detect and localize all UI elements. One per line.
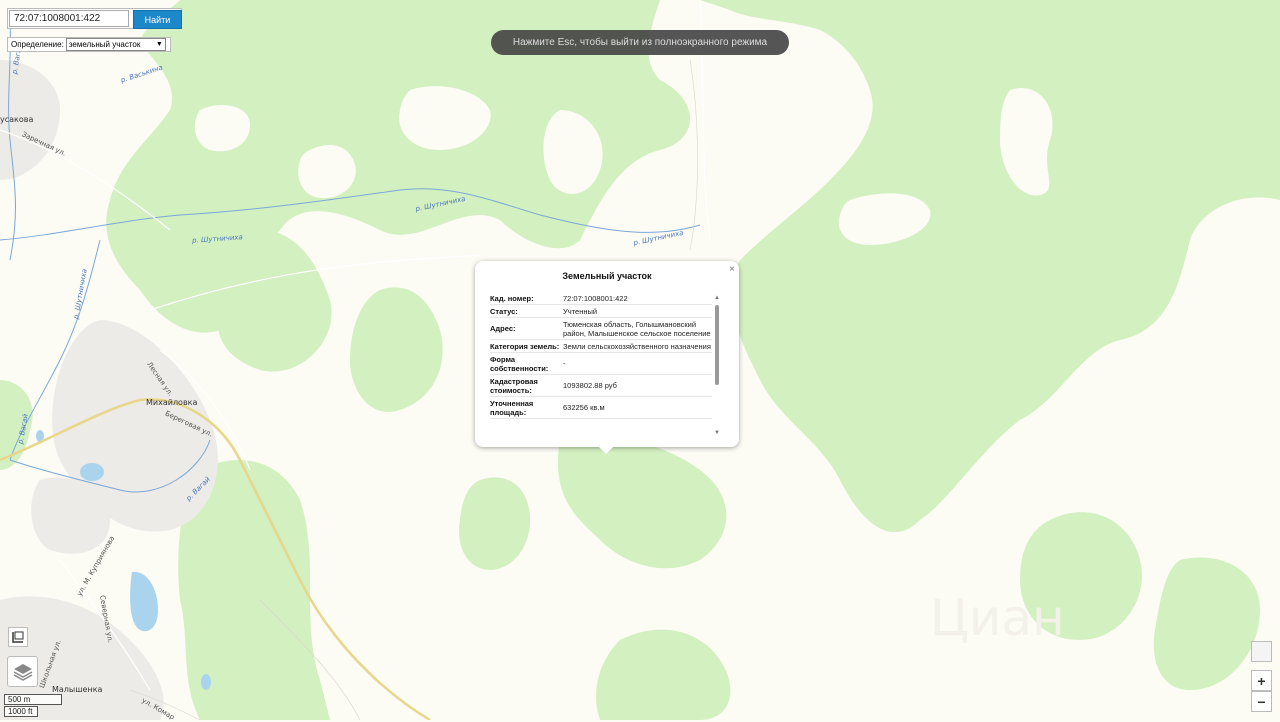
scrollbar-thumb[interactable] [715, 305, 719, 385]
place-label-mikhaylovka: Михайловка [146, 398, 198, 407]
parcel-popup: × Земельный участок Кад. номер: 72:07:10… [475, 261, 739, 447]
layers-icon [13, 663, 32, 681]
info-value: Тюменская область, Голышмановский район,… [563, 319, 711, 338]
popup-pointer [598, 446, 614, 454]
info-row: Категория земель: Земли сельскохозяйстве… [490, 340, 712, 353]
definition-select-value: земельный участок [68, 40, 141, 49]
popup-title: Земельный участок [562, 271, 652, 281]
info-key: Статус: [490, 306, 518, 316]
info-key: Кадастровая стоимость: [490, 376, 538, 395]
info-row: Статус: Учтенный [490, 305, 712, 318]
fullscreen-exit-hint: Нажмите Esc, чтобы выйти из полноэкранно… [491, 30, 789, 55]
scroll-up-arrow-icon[interactable]: ▲ [714, 295, 720, 301]
info-value: 1093802.88 руб [563, 381, 617, 390]
scale-imperial: 1000 ft [4, 706, 38, 717]
scale-metric: 500 m [4, 694, 62, 705]
info-key: Адрес: [490, 324, 516, 333]
info-row: Адрес: Тюменская область, Голышмановский… [490, 318, 712, 340]
place-label-malyshenka: Малышенка [52, 685, 103, 694]
info-value: 72:07:1008001:422 [563, 293, 628, 303]
info-row: Форма собственности: - [490, 353, 712, 375]
definition-row: Определение: земельный участок ▼ [7, 37, 171, 52]
info-key: Уточненная площадь: [490, 398, 534, 417]
popup-scrollbar[interactable]: ▲ ▼ [714, 295, 722, 436]
info-value: Учтенный [563, 306, 598, 316]
info-key: Форма собственности: [490, 354, 549, 373]
info-value: Земли сельскохозяйственного назначения [563, 341, 711, 351]
search-button[interactable]: Найти [133, 10, 182, 29]
zoom-in-button[interactable]: + [1251, 670, 1272, 691]
info-row: Кад. номер: 72:07:1008001:422 [490, 292, 712, 305]
info-key: Кад. номер: [490, 293, 534, 303]
scroll-down-arrow-icon[interactable]: ▼ [714, 430, 720, 436]
info-row: Кадастровая стоимость: 1093802.88 руб [490, 375, 712, 397]
info-value: 632256 кв.м [563, 403, 605, 412]
definition-label: Определение: [11, 40, 64, 49]
map-option-button[interactable] [1251, 641, 1272, 662]
zoom-out-button[interactable]: − [1251, 691, 1272, 712]
fullscreen-icon [12, 631, 24, 643]
fullscreen-button[interactable] [8, 627, 28, 647]
parcel-info-table: Кад. номер: 72:07:1008001:422 Статус: Уч… [490, 292, 712, 419]
info-key: Категория земель: [490, 341, 560, 351]
info-value: - [563, 359, 566, 368]
layers-button[interactable] [7, 656, 38, 687]
chevron-down-icon: ▼ [155, 41, 163, 48]
info-row: Уточненная площадь: 632256 кв.м [490, 397, 712, 419]
definition-select[interactable]: земельный участок ▼ [65, 38, 166, 51]
cadastral-search-input[interactable] [9, 10, 129, 27]
watermark: Циан [930, 589, 1065, 647]
place-label-usakova: усакова [0, 115, 34, 124]
